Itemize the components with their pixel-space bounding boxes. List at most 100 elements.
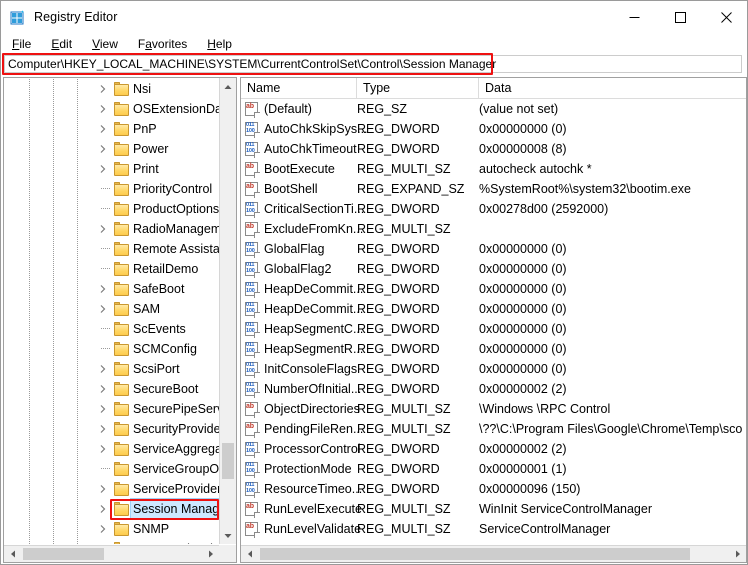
value-name: BootShell bbox=[264, 182, 318, 196]
tree-item-label: SQMServiceList bbox=[133, 539, 219, 544]
tree-guide-line bbox=[29, 479, 30, 499]
tree-item-print[interactable]: Print bbox=[4, 159, 219, 179]
chevron-right-icon[interactable] bbox=[98, 224, 108, 234]
chevron-right-icon[interactable] bbox=[98, 444, 108, 454]
chevron-right-icon[interactable] bbox=[98, 424, 108, 434]
menu-item-view[interactable]: View bbox=[83, 35, 127, 53]
menu-item-help[interactable]: Help bbox=[198, 35, 241, 53]
list-horizontal-scrollbar[interactable] bbox=[241, 545, 746, 562]
tree-guide-line bbox=[77, 479, 78, 499]
tree-item-secureboot[interactable]: SecureBoot bbox=[4, 379, 219, 399]
table-row[interactable]: ab BootExecute REG_MULTI_SZ autocheck autoc… bbox=[241, 159, 746, 179]
table-row[interactable]: ab ObjectDirectories REG_MULTI_SZ \Windows … bbox=[241, 399, 746, 419]
tree-item-retaildemo[interactable]: RetailDemo bbox=[4, 259, 219, 279]
tree-item-serviceaggregate[interactable]: ServiceAggregate bbox=[4, 439, 219, 459]
tree-item-scevents[interactable]: ScEvents bbox=[4, 319, 219, 339]
table-row[interactable]: 011 100 ProtectionMode REG_DWORD 0x00000001 … bbox=[241, 459, 746, 479]
table-row[interactable]: ab RunLevelExecute REG_MULTI_SZ WinInit Ser… bbox=[241, 499, 746, 519]
registry-tree-pane: Nsi OSExtensionData PnP Power Print PriorityC… bbox=[3, 77, 237, 563]
table-row[interactable]: 011 100 ResourceTimeo... REG_DWORD 0x0000009… bbox=[241, 479, 746, 499]
tree-item-session-manager[interactable]: Session Manager bbox=[4, 498, 219, 520]
table-row[interactable]: ab ExcludeFromKn... REG_MULTI_SZ bbox=[241, 219, 746, 239]
chevron-right-icon[interactable] bbox=[98, 384, 108, 394]
tree-guide-line bbox=[53, 79, 54, 99]
address-bar[interactable]: Computer\HKEY_LOCAL_MACHINE\SYSTEM\Curre… bbox=[4, 55, 742, 73]
value-type: REG_DWORD bbox=[357, 122, 440, 136]
table-row[interactable]: 011 100 HeapDeCommit... REG_DWORD 0x00000000… bbox=[241, 279, 746, 299]
menu-item-favorites[interactable]: Favorites bbox=[129, 35, 196, 53]
dword-value-icon: 011 100 bbox=[245, 142, 260, 158]
table-row[interactable]: ab PendingFileRen... REG_MULTI_SZ \??\C:\Pr… bbox=[241, 419, 746, 439]
table-row[interactable]: 011 100 ProcessorControl REG_DWORD 0x0000000… bbox=[241, 439, 746, 459]
value-type: REG_DWORD bbox=[357, 462, 440, 476]
table-row[interactable]: 011 100 HeapSegmentC... REG_DWORD 0x00000000… bbox=[241, 319, 746, 339]
menu-item-edit[interactable]: Edit bbox=[42, 35, 81, 53]
table-row[interactable]: 011 100 GlobalFlag REG_DWORD 0x00000000 (0) bbox=[241, 239, 746, 259]
list-scroll-left-arrow[interactable] bbox=[241, 546, 258, 562]
tree-scroll-right-arrow[interactable] bbox=[202, 546, 219, 562]
table-row[interactable]: ab (Default) REG_SZ (value not set) bbox=[241, 99, 746, 119]
table-row[interactable]: 011 100 AutoChkTimeout REG_DWORD 0x00000008 … bbox=[241, 139, 746, 159]
tree-item-serviceprovider[interactable]: ServiceProvider bbox=[4, 479, 219, 499]
table-row[interactable]: 011 100 AutoChkSkipSys... REG_DWORD 0x000000… bbox=[241, 119, 746, 139]
chevron-right-icon[interactable] bbox=[98, 364, 108, 374]
chevron-right-icon[interactable] bbox=[98, 104, 108, 114]
tree-item-securepipeserver[interactable]: SecurePipeServer bbox=[4, 399, 219, 419]
tree-item-remote-assistan[interactable]: Remote Assistan bbox=[4, 239, 219, 259]
table-row[interactable]: ab RunLevelValidate REG_MULTI_SZ ServiceCon… bbox=[241, 519, 746, 539]
tree-item-radiomanageme[interactable]: RadioManageme bbox=[4, 219, 219, 239]
table-row[interactable]: 011 100 GlobalFlag2 REG_DWORD 0x00000000 (0) bbox=[241, 259, 746, 279]
tree-item-prioritycontrol[interactable]: PriorityControl bbox=[4, 179, 219, 199]
maximize-icon[interactable] bbox=[657, 1, 703, 33]
table-row[interactable]: 011 100 NumberOfInitial... REG_DWORD 0x00000… bbox=[241, 379, 746, 399]
tree-guide-line bbox=[77, 319, 78, 339]
table-row[interactable]: 011 100 HeapDeCommit... REG_DWORD 0x00000000… bbox=[241, 299, 746, 319]
chevron-right-icon[interactable] bbox=[98, 144, 108, 154]
close-icon[interactable] bbox=[703, 1, 747, 33]
chevron-right-icon[interactable] bbox=[98, 84, 108, 94]
tree-item-servicegroupord[interactable]: ServiceGroupOrd bbox=[4, 459, 219, 479]
column-header-type[interactable]: Type bbox=[357, 78, 479, 98]
table-row[interactable]: 011 100 HeapSegmentR... REG_DWORD 0x00000000… bbox=[241, 339, 746, 359]
tree-item-pnp[interactable]: PnP bbox=[4, 119, 219, 139]
tree-vertical-scrollbar[interactable] bbox=[219, 78, 236, 544]
list-scroll-right-arrow[interactable] bbox=[729, 546, 746, 562]
value-data: \??\C:\Program Files\Google\Chrome\Temp\… bbox=[479, 422, 743, 436]
tree-item-power[interactable]: Power bbox=[4, 139, 219, 159]
value-name: HeapDeCommit... bbox=[264, 302, 364, 316]
folder-icon bbox=[114, 162, 129, 176]
tree-horizontal-scrollbar[interactable] bbox=[4, 545, 219, 562]
chevron-right-icon[interactable] bbox=[98, 504, 108, 514]
tree-item-osextensiondata[interactable]: OSExtensionData bbox=[4, 99, 219, 119]
table-row[interactable]: 011 100 InitConsoleFlags REG_DWORD 0x0000000… bbox=[241, 359, 746, 379]
table-row[interactable]: ab BootShell REG_EXPAND_SZ %SystemRoot%\sys… bbox=[241, 179, 746, 199]
chevron-right-icon[interactable] bbox=[98, 404, 108, 414]
tree-scrollbar-thumb[interactable] bbox=[222, 443, 234, 479]
table-row[interactable]: 011 100 CriticalSectionTi... REG_DWORD 0x002… bbox=[241, 199, 746, 219]
chevron-right-icon[interactable] bbox=[98, 284, 108, 294]
tree-item-scmconfig[interactable]: SCMConfig bbox=[4, 339, 219, 359]
chevron-right-icon[interactable] bbox=[98, 124, 108, 134]
chevron-right-icon[interactable] bbox=[98, 164, 108, 174]
chevron-right-icon[interactable] bbox=[98, 484, 108, 494]
list-hscrollbar-thumb[interactable] bbox=[260, 548, 690, 560]
tree-item-safeboot[interactable]: SafeBoot bbox=[4, 279, 219, 299]
tree-scroll-up-arrow[interactable] bbox=[220, 78, 236, 95]
tree-scroll-left-arrow[interactable] bbox=[4, 546, 21, 562]
tree-item-securityproviders[interactable]: SecurityProviders bbox=[4, 419, 219, 439]
minimize-icon[interactable] bbox=[611, 1, 657, 33]
column-header-data[interactable]: Data bbox=[479, 78, 746, 98]
table-row[interactable]: abSETUPEXECUTEREG_MULTI_SZ bbox=[241, 539, 746, 542]
menu-item-file[interactable]: File bbox=[3, 35, 40, 53]
column-header-name[interactable]: Name bbox=[241, 78, 357, 98]
tree-hscrollbar-thumb[interactable] bbox=[23, 548, 104, 560]
tree-item-productoptions[interactable]: ProductOptions bbox=[4, 199, 219, 219]
chevron-right-icon[interactable] bbox=[98, 304, 108, 314]
tree-item-sqmservicelist[interactable]: SQMServiceList bbox=[4, 539, 219, 544]
tree-item-nsi[interactable]: Nsi bbox=[4, 79, 219, 99]
tree-item-sam[interactable]: SAM bbox=[4, 299, 219, 319]
chevron-right-icon[interactable] bbox=[98, 524, 108, 534]
tree-item-snmp[interactable]: SNMP bbox=[4, 519, 219, 539]
tree-scroll-down-arrow[interactable] bbox=[220, 527, 236, 544]
tree-item-scsiport[interactable]: ScsiPort bbox=[4, 359, 219, 379]
